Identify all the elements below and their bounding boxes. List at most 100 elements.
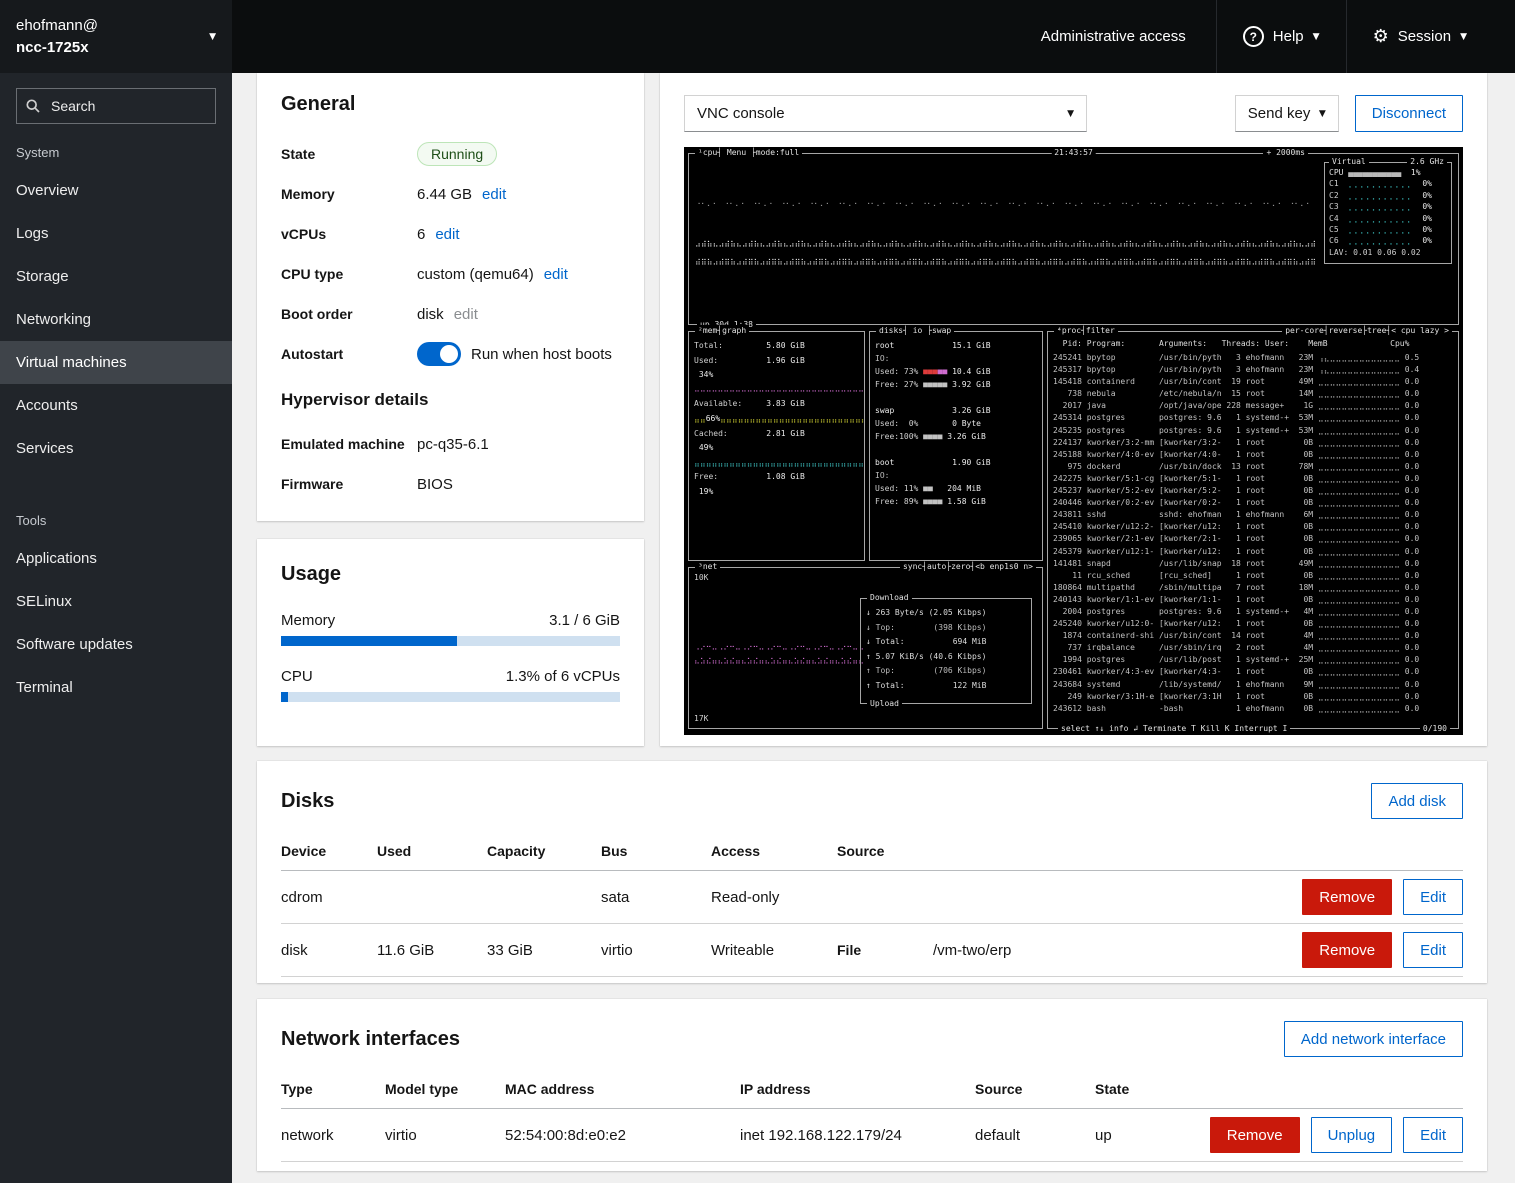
sidebar-item-accounts[interactable]: Accounts (0, 384, 232, 427)
sidebar: ehofmann@ ncc-1725x ▼ System Overview Lo… (0, 0, 232, 1183)
terminal-line: 243684 systemd /lib/systemd/ 1 ehofmann … (1053, 679, 1453, 691)
terminal-line: 230461 kworker/4:3-ev [kworker/4:3- 1 ro… (1053, 666, 1453, 678)
terminal-line: ⠈⠁⠂⠁ ⠈⠁⠂⠁ ⠈⠁⠂⠁ ⠈⠁⠂⠁ ⠈⠁⠂⠁ ⠈⠁⠂⠁ ⠈⠁⠂⠁ ⠈⠁⠂⠁ … (695, 198, 1316, 216)
terminal-line: 249 kworker/3:1H-e [kworker/3:1H 1 root … (1053, 691, 1453, 703)
terminal-line: 737 irqbalance /usr/sbin/irq 2 root 4M ⣀… (1053, 642, 1453, 654)
net-transfer-box: Download Upload ↓ 263 Byte/s (2.05 Kibps… (860, 598, 1032, 704)
session-label: Session (1398, 28, 1451, 45)
terminal-line: ↓ Total: 694 MiB (866, 635, 1026, 650)
send-key-dropdown[interactable]: Send key ▼ (1235, 95, 1339, 132)
cpu-graph: ⠈⠁⠂⠁ ⠈⠁⠂⠁ ⠈⠁⠂⠁ ⠈⠁⠂⠁ ⠈⠁⠂⠁ ⠈⠁⠂⠁ ⠈⠁⠂⠁ ⠈⠁⠂⠁ … (695, 198, 1316, 320)
edit-network-interface-button[interactable]: Edit (1403, 1117, 1463, 1153)
add-network-interface-button[interactable]: Add network interface (1284, 1021, 1463, 1057)
table-row: disk 11.6 GiB 33 GiB virtio Writeable Fi… (281, 924, 1463, 977)
terminal-line: 975 dockerd /usr/bin/dock 13 root 78M ⣀⣀… (1053, 461, 1453, 473)
sidebar-item-selinux[interactable]: SELinux (0, 580, 232, 623)
terminal-line: 49% (694, 441, 859, 456)
download-label: Download (867, 592, 912, 604)
cpu-model-label: Virtual (1329, 156, 1369, 168)
sidebar-item-applications[interactable]: Applications (0, 537, 232, 580)
autostart-label: Autostart (281, 346, 417, 362)
cpu-type-label: CPU type (281, 266, 417, 282)
nic-source: default (975, 1127, 1095, 1144)
firmware-label: Firmware (281, 476, 417, 492)
state-badge: Running (417, 142, 497, 166)
terminal-line: Total: 5.80 GiB (694, 339, 859, 354)
edit-disk-button[interactable]: Edit (1403, 932, 1463, 968)
boot-order-edit-link[interactable]: edit (454, 306, 478, 323)
disconnect-button[interactable]: Disconnect (1355, 95, 1463, 132)
disks-title: Disks (281, 790, 334, 813)
edit-disk-button[interactable]: Edit (1403, 879, 1463, 915)
sidebar-item-terminal[interactable]: Terminal (0, 666, 232, 709)
column-source: Source (975, 1081, 1095, 1097)
remove-network-interface-button[interactable]: Remove (1210, 1117, 1300, 1153)
page-content: General State Running Memory 6.44 GB edi… (232, 73, 1515, 1183)
terminal-line: 245240 kworker/u12:0- [kworker/u12: 1 ro… (1053, 618, 1453, 630)
host-info: ehofmann@ ncc-1725x (16, 15, 98, 59)
memory-edit-link[interactable]: edit (482, 186, 506, 203)
disks-card: Disks Add disk Device Used Capacity Bus … (257, 761, 1487, 983)
column-model-type: Model type (385, 1081, 505, 1097)
unplug-network-interface-button[interactable]: Unplug (1311, 1117, 1393, 1153)
terminal-disks-panel: disks┤ io ├swap root 15.1 GiBIO:Used: 73… (869, 331, 1043, 561)
autostart-toggle[interactable] (417, 342, 461, 366)
sidebar-item-virtual-machines[interactable]: Virtual machines (0, 341, 232, 384)
search-input[interactable] (16, 88, 216, 124)
terminal-line: C3 ⡀⡀⡀⡀⡀⡀⡀⡀⡀⡀⡀ 0% (1329, 201, 1447, 212)
terminal-line: 243811 sshd sshd: ehofman 1 ehofmann 6M … (1053, 509, 1453, 521)
sidebar-item-logs[interactable]: Logs (0, 212, 232, 255)
sidebar-item-storage[interactable]: Storage (0, 255, 232, 298)
disk-source-path: /vm-two/erp (933, 942, 1011, 959)
terminal-line: ↑ Total: 122 MiB (866, 679, 1026, 694)
terminal-proc-panel: ⁴proc┤filter per-core┤reverse├tree┤< cpu… (1047, 331, 1459, 729)
chevron-down-icon: ▼ (1319, 109, 1326, 119)
terminal-line: 245314 postgres postgres: 9.6 1 systemd-… (1053, 412, 1453, 424)
terminal-line: Used: 11% ■■ 204 MiB (875, 482, 1037, 495)
chevron-down-icon: ▼ (209, 32, 216, 42)
cpu-panel-interval: + 2000ms (1263, 147, 1308, 159)
terminal-line: 2004 postgres postgres: 9.6 1 systemd-+ … (1053, 606, 1453, 618)
cpu-freq-label: 2.6 GHz (1407, 156, 1447, 168)
terminal-line: 245317 bpytop /usr/bin/pyth 3 ehofmann 2… (1053, 364, 1453, 376)
column-bus: Bus (601, 843, 711, 859)
cpu-panel-title: ¹cpu┤ Menu ├mode:full (695, 147, 802, 159)
add-disk-button[interactable]: Add disk (1371, 783, 1463, 819)
cpu-type-edit-link[interactable]: edit (544, 266, 568, 283)
emulated-machine-value: pc-q35-6.1 (417, 436, 489, 453)
sidebar-item-services[interactable]: Services (0, 427, 232, 470)
vcpus-edit-link[interactable]: edit (435, 226, 459, 243)
memory-label: Memory (281, 186, 417, 202)
proc-table-rows: 245241 bpytop /usr/bin/pyth 3 ehofmann 2… (1048, 350, 1458, 726)
terminal-line: ⣄⣢⣔⣤⣄⣢⣔⣤⣄⣢⣔⣤⣄⣢⣔⣤⣄⣢⣔⣤⣄⣢⣔⣤⣄⣢⣔⣤⣄⣢⣔⣤ (694, 654, 864, 666)
vnc-console-screen[interactable]: ¹cpu┤ Menu ├mode:full 21:43:57 + 2000ms … (684, 147, 1463, 735)
terminal-line: Cached: 2.81 GiB (694, 427, 859, 442)
terminal-line: 245237 kworker/5:2-ev [kworker/5:2- 1 ro… (1053, 485, 1453, 497)
hostname-text: ncc-1725x (16, 37, 98, 59)
administrative-access-button[interactable]: Administrative access (1011, 0, 1216, 73)
cpu-type-value: custom (qemu64) (417, 266, 534, 283)
disk-source: File/vm-two/erp (837, 942, 1293, 959)
cpu-meter-box: Virtual 2.6 GHz CPU ▄▄▄▄▄▄▄▄▄▄▄ 1%C1 ⡀⡀⡀… (1324, 162, 1452, 264)
sidebar-item-networking[interactable]: Networking (0, 298, 232, 341)
console-type-select[interactable]: VNC console ▼ (684, 95, 1087, 132)
memory-usage-bar (281, 636, 620, 646)
sidebar-item-overview[interactable]: Overview (0, 169, 232, 212)
session-menu[interactable]: ⚙ Session ▼ (1346, 0, 1493, 73)
terminal-line (875, 391, 1037, 404)
disk-device: disk (281, 942, 377, 959)
remove-disk-button[interactable]: Remove (1302, 932, 1392, 968)
net-transfer-stats: ↓ 263 Byte/s (2.05 Kibps)↓ Top: (398 Kib… (861, 599, 1031, 703)
net-panel-options: sync┤auto├zero┤<b enp1s0 n> (900, 561, 1036, 573)
help-menu[interactable]: ? Help ▼ (1216, 0, 1346, 73)
help-icon: ? (1243, 26, 1264, 47)
username-text: ehofmann@ (16, 15, 98, 37)
sidebar-item-software-updates[interactable]: Software updates (0, 623, 232, 666)
autostart-text: Run when host boots (471, 346, 612, 363)
host-switcher[interactable]: ehofmann@ ncc-1725x ▼ (0, 0, 232, 73)
proc-counter: 0/190 (1420, 723, 1450, 735)
remove-disk-button[interactable]: Remove (1302, 879, 1392, 915)
cpu-panel-clock: 21:43:57 (1051, 147, 1096, 159)
terminal-line: C6 ⡀⡀⡀⡀⡀⡀⡀⡀⡀⡀⡀ 0% (1329, 235, 1447, 246)
terminal-line: IO: (875, 352, 1037, 365)
